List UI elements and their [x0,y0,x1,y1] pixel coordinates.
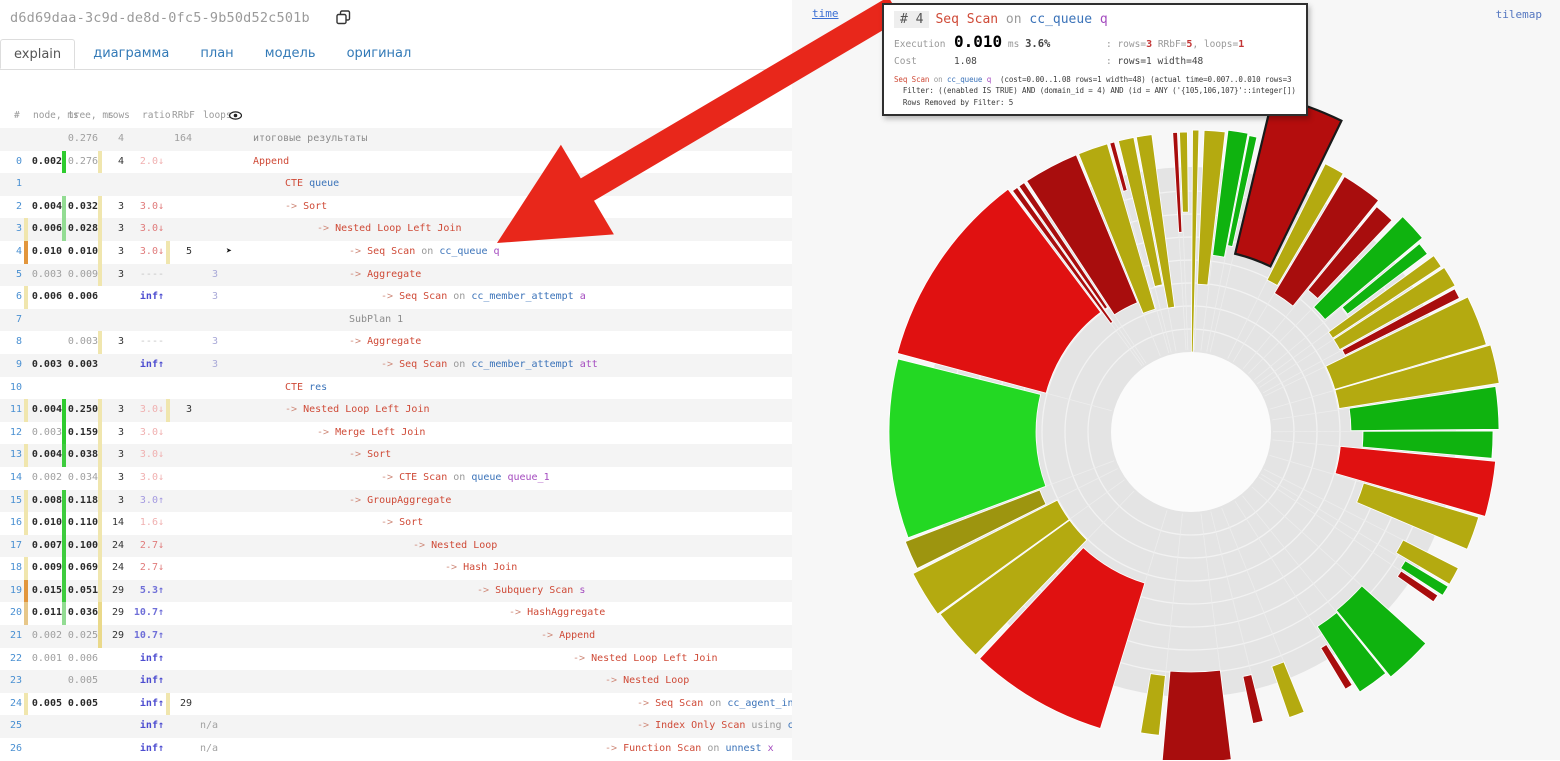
table-header: # node, ms tree, ms rows ratio RRbF loop… [0,108,792,126]
col-loops: loops [203,110,232,121]
tooltip-plan-snippet: Seq Scan on cc_queue q (cost=0.00..1.08 … [894,74,1296,108]
tab-original[interactable]: оригинал [334,39,425,67]
tab-model[interactable]: модель [252,39,329,67]
table-row[interactable]: 210.0020.0252910.7↑-> Append [0,625,792,648]
table-row[interactable]: 30.0060.02833.0↓-> Nested Loop Left Join [0,218,792,241]
table-row[interactable]: 90.0030.003inf↑3-> Seq Scan on cc_member… [0,354,792,377]
chart-center-hole [1111,352,1271,512]
tooltip-kw: on [998,12,1029,27]
tooltip-relation: cc_queue [1029,12,1092,27]
execution-label: Execution [894,39,954,50]
execution-pct: 3.6% [1025,38,1050,50]
explain-panel: d6d69daa-3c9d-de8d-0fc5-9b50d52c501b exp… [0,0,792,760]
table-row[interactable]: 40.0100.01033.0↓5➤-> Seq Scan on cc_queu… [0,241,792,264]
table-row[interactable]: 170.0070.100242.7↓-> Nested Loop [0,535,792,558]
col-rows: rows [107,110,130,121]
node-tooltip: # 4 Seq Scan on cc_queue q Execution 0.01… [882,3,1308,116]
table-row[interactable]: 220.0010.006inf↑-> Nested Loop Left Join [0,648,792,671]
table-row[interactable]: 240.0050.005inf↑29-> Seq Scan on cc_agen… [0,693,792,716]
tooltip-title: # 4 Seq Scan on cc_queue q [894,12,1296,27]
node-number-badge: # 4 [894,11,929,28]
cost-value: 1.08 [954,56,1106,67]
tab-bar: explain диаграмма план модель оригинал [0,38,792,70]
table-row[interactable]: 190.0150.051295.3↑-> Subquery Scan s [0,580,792,603]
execution-loops: 1 [1238,39,1244,50]
table-row[interactable]: 00.0020.27642.0↓Append [0,151,792,174]
cost-width: width=48 [1152,56,1203,67]
plan-id: d6d69daa-3c9d-de8d-0fc5-9b50d52c501b [10,10,310,26]
table-row[interactable]: 1CTE queue [0,173,792,196]
table-row[interactable]: 50.0030.0093----3-> Aggregate [0,264,792,287]
cost-label: Cost [894,56,954,67]
summary-row: 0.2764164итоговые результаты [0,128,792,151]
table-row[interactable]: 10CTE res [0,377,792,400]
plan-table: 0.2764164итоговые результаты00.0020.2764… [0,128,792,761]
cost-rows: rows=1 [1117,56,1151,67]
table-row[interactable]: 130.0040.03833.0↓-> Sort [0,444,792,467]
table-row[interactable]: 60.0060.006inf↑3-> Seq Scan on cc_member… [0,286,792,309]
execution-ms: 0.010 [954,32,1002,51]
table-row[interactable]: 200.0110.0362910.7↑-> HashAggregate [0,602,792,625]
table-row[interactable]: 80.0033----3-> Aggregate [0,331,792,354]
table-row[interactable]: 180.0090.069242.7↓-> Hash Join [0,557,792,580]
tooltip-execution-row: Execution 0.010 ms 3.6% : rows=3 RRbF=5,… [894,32,1296,51]
table-row[interactable]: 26inf↑n/a-> Function Scan on unnest x [0,738,792,761]
table-row[interactable]: 110.0040.25033.0↓3-> Nested Loop Left Jo… [0,399,792,422]
copy-icon[interactable] [336,10,351,29]
tab-explain[interactable]: explain [0,39,75,69]
table-row[interactable]: 140.0020.03433.0↓-> CTE Scan on queue qu… [0,467,792,490]
table-row[interactable]: 7SubPlan 1 [0,309,792,332]
node-sector[interactable] [1162,670,1231,760]
table-row[interactable]: 230.005inf↑-> Nested Loop [0,670,792,693]
tab-diagram[interactable]: диаграмма [80,39,182,67]
eye-icon[interactable] [229,111,242,123]
tooltip-node-type: Seq Scan [935,12,998,27]
tooltip-cost-row: Cost 1.08 : rows=1 width=48 [894,56,1296,67]
col-ratio: ratio [142,110,171,121]
selected-node-marker: ➤ [226,241,242,264]
tab-plan[interactable]: план [187,39,246,67]
col-index: # [14,110,20,121]
table-row[interactable]: 160.0100.110141.6↓-> Sort [0,512,792,535]
table-row[interactable]: 25inf↑n/a-> Index Only Scan using c [0,715,792,738]
table-row[interactable]: 150.0080.11833.0↑-> GroupAggregate [0,490,792,513]
tooltip-alias: q [1092,12,1108,27]
table-row[interactable]: 120.0030.15933.0↓-> Merge Left Join [0,422,792,445]
table-row[interactable]: 20.0040.03233.0↓-> Sort [0,196,792,219]
col-rrbf: RRbF [172,110,195,121]
